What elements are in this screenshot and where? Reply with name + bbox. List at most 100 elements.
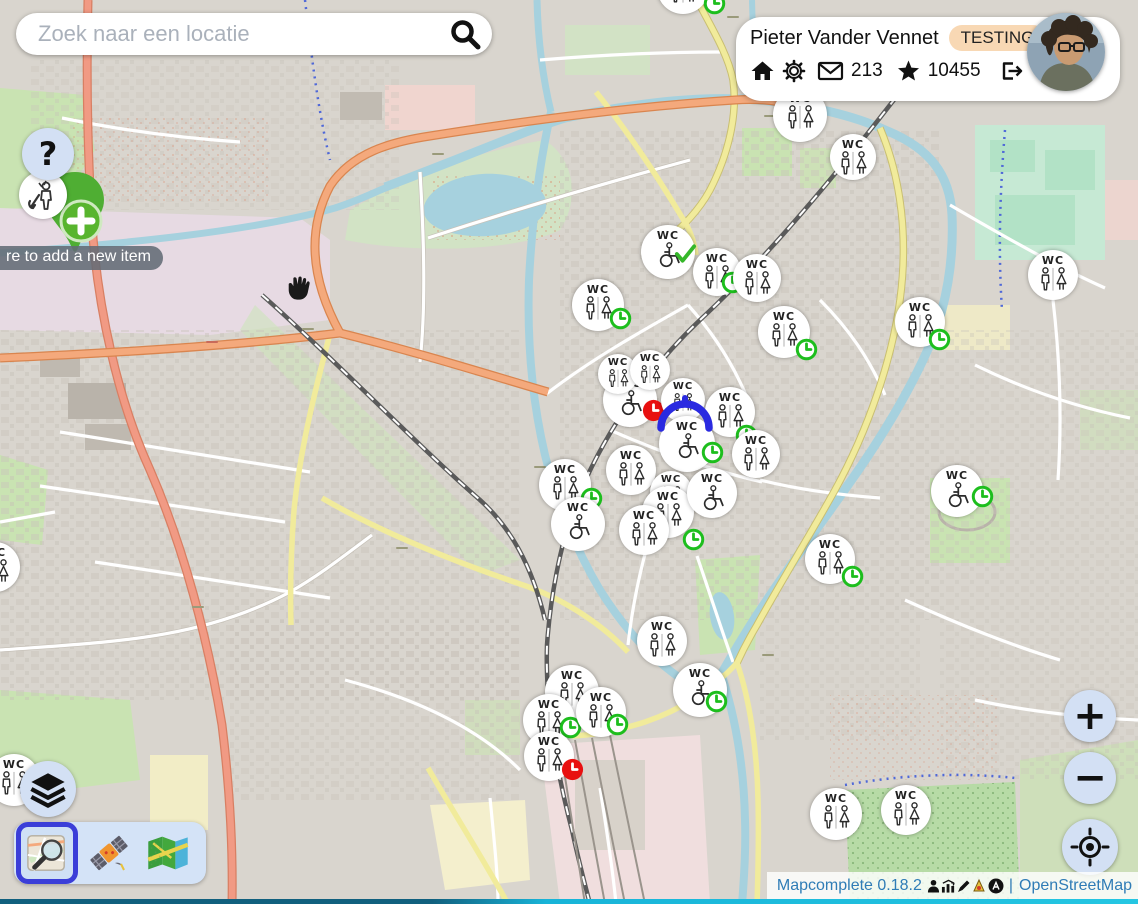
wc-marker[interactable]: WC xyxy=(881,785,931,835)
style-satellite-button[interactable] xyxy=(81,825,137,881)
wc-marker-label: WC xyxy=(590,692,612,704)
wc-marker-label: WC xyxy=(719,392,741,404)
open-hours-badge-icon xyxy=(608,306,633,331)
logout-icon[interactable] xyxy=(998,59,1024,83)
license-icon[interactable] xyxy=(988,878,1004,894)
wheelchair-icon xyxy=(674,433,700,459)
home-icon[interactable] xyxy=(750,59,775,83)
open-hours-badge-icon xyxy=(704,689,729,714)
wc-marker-label: WC xyxy=(706,253,728,265)
messages-count: 213 xyxy=(851,60,883,82)
wc-marker[interactable]: WC xyxy=(830,134,876,180)
theme-progress-bar xyxy=(0,899,1138,904)
wc-marker-label: WC xyxy=(640,353,660,365)
open-hours-badge-icon xyxy=(702,0,727,16)
satellite-icon xyxy=(87,831,131,875)
marker-status-badge xyxy=(927,327,952,357)
wc-marker[interactable]: WC xyxy=(619,505,669,555)
zoom-out-button[interactable]: − xyxy=(1064,752,1116,804)
covered-umbrella-icon xyxy=(653,392,717,436)
user-panel: Pieter Vander Vennet TESTING xyxy=(736,17,1120,101)
wc-marker[interactable]: WC xyxy=(1028,250,1078,300)
man-woman-icon xyxy=(666,0,700,4)
marker-status-badge xyxy=(608,306,633,336)
wc-marker-label: WC xyxy=(895,790,917,802)
man-woman-icon xyxy=(637,365,663,384)
open-hours-badge-icon xyxy=(681,527,706,552)
changesets-count: 10455 xyxy=(928,60,981,82)
marker-status-badge xyxy=(704,689,729,719)
geolocate-button[interactable] xyxy=(1062,819,1118,875)
wc-marker-label: WC xyxy=(657,491,679,503)
man-woman-icon xyxy=(0,559,12,584)
mapcomplete-logo-icon xyxy=(972,878,987,893)
man-woman-icon xyxy=(819,805,853,830)
wc-marker-label: WC xyxy=(554,464,576,476)
layers-button[interactable] xyxy=(20,761,76,817)
wheelchair-icon xyxy=(565,514,591,540)
messages-icon[interactable] xyxy=(817,60,844,82)
man-woman-icon xyxy=(614,462,648,487)
user-avatar[interactable] xyxy=(1027,13,1105,91)
search-icon[interactable] xyxy=(448,17,482,51)
wc-marker-label: WC xyxy=(3,759,25,771)
app-version-link[interactable]: Mapcomplete 0.18.2 xyxy=(777,877,922,895)
search-bar xyxy=(16,13,492,55)
marker-status-badge xyxy=(794,337,819,367)
wc-marker-label: WC xyxy=(1042,255,1064,267)
user-stats-icon[interactable] xyxy=(927,879,940,893)
wc-marker-label: WC xyxy=(689,668,711,680)
minus-glyph: − xyxy=(1073,755,1107,801)
man-woman-icon xyxy=(645,633,679,658)
open-hours-badge-icon xyxy=(840,564,865,589)
wc-marker[interactable]: WC xyxy=(732,430,780,478)
man-woman-icon xyxy=(889,802,923,827)
wc-marker-label: WC xyxy=(657,230,679,242)
style-carto-map-button[interactable] xyxy=(140,825,196,881)
wc-marker-label: WC xyxy=(538,736,560,748)
style-osm-button[interactable] xyxy=(16,822,78,884)
wc-marker[interactable]: WC xyxy=(551,497,605,551)
layers-icon xyxy=(27,769,69,809)
wheelchair-icon xyxy=(617,390,643,416)
toilet-wrench-icon xyxy=(25,177,61,213)
man-woman-icon xyxy=(836,151,870,176)
marker-status-badge xyxy=(702,0,727,21)
wc-marker[interactable]: WC xyxy=(810,788,862,840)
wc-marker-label: WC xyxy=(538,699,560,711)
osm-map-icon xyxy=(26,832,68,874)
man-woman-icon xyxy=(1036,267,1070,292)
osm-link[interactable]: OpenStreetMap xyxy=(1019,877,1132,895)
zoom-in-button[interactable]: + xyxy=(1064,690,1116,742)
man-woman-icon xyxy=(739,447,773,472)
open-hours-badge-icon xyxy=(970,484,995,509)
wc-marker-label: WC xyxy=(909,302,931,314)
open-hours-badge-icon xyxy=(927,327,952,352)
wc-marker-label: WC xyxy=(746,259,768,271)
wc-marker[interactable]: WC xyxy=(630,350,670,390)
help-button[interactable]: ? xyxy=(22,128,74,180)
wc-marker-label: WC xyxy=(0,547,6,559)
attribution-separator: | xyxy=(1009,877,1013,895)
open-hours-badge-icon xyxy=(700,440,725,465)
statistics-icon[interactable] xyxy=(941,879,956,893)
user-name[interactable]: Pieter Vander Vennet xyxy=(750,27,939,50)
marker-status-badge xyxy=(970,484,995,514)
wc-marker-label: WC xyxy=(661,474,681,486)
search-input[interactable] xyxy=(36,20,448,48)
folded-map-icon xyxy=(145,832,191,874)
wc-marker[interactable]: WC xyxy=(606,445,656,495)
check-badge-icon xyxy=(674,244,697,264)
wc-marker[interactable]: WC xyxy=(637,616,687,666)
wc-marker-label: WC xyxy=(701,473,723,485)
wc-marker[interactable]: WC xyxy=(733,254,781,302)
wc-marker-label: WC xyxy=(819,539,841,551)
plus-glyph: + xyxy=(1073,693,1107,739)
man-woman-icon xyxy=(783,105,817,130)
gear-icon[interactable] xyxy=(782,59,806,83)
wc-marker-label: WC xyxy=(567,502,589,514)
crosshair-icon xyxy=(1070,827,1110,867)
pencil-icon[interactable] xyxy=(957,879,971,893)
wc-marker-label: WC xyxy=(946,470,968,482)
wc-marker[interactable]: WC xyxy=(687,468,737,518)
